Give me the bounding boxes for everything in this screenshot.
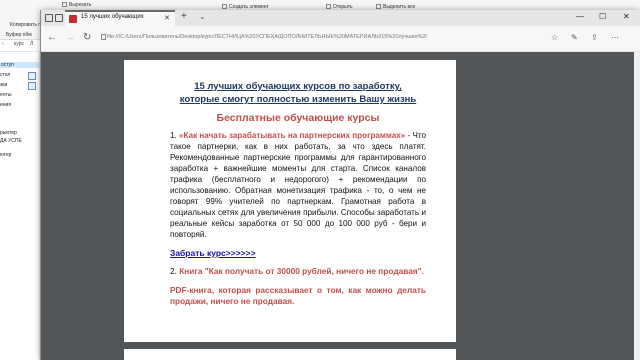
pdf-page: 15 лучших обучающих курсов по заработку,…: [124, 60, 456, 342]
item-title: Книга "Как получать от 30000 рублей, нич…: [179, 266, 424, 276]
file-icon[interactable]: [28, 72, 36, 80]
nav-item-desktop[interactable]: стол: [0, 72, 10, 78]
tab-bar: 15 лучших обучающих ✕ + ⌄ — ☐ ✕: [41, 10, 640, 26]
close-window-button[interactable]: ✕: [623, 12, 630, 21]
select-all-icon: [376, 4, 381, 10]
section-heading: Бесплатные обучающие курсы: [216, 112, 380, 124]
back-button[interactable]: ←: [47, 32, 57, 43]
list-item: 2. Книга "Как получать от 30000 рублей, …: [170, 266, 424, 276]
file-icon[interactable]: [28, 82, 36, 90]
cut-button[interactable]: Вырезать: [62, 2, 91, 8]
pdf-page: [124, 349, 456, 360]
minimize-button[interactable]: —: [576, 12, 584, 21]
address-toolbar: ← → ↻ file:///C:/Users/Пользователь/Desk…: [41, 26, 640, 52]
maximize-button[interactable]: ☐: [599, 12, 606, 21]
set-aside-tabs-icon[interactable]: [55, 14, 63, 22]
pdf-viewer[interactable]: 15 лучших обучающих курсов по заработку,…: [41, 52, 640, 360]
get-course-link[interactable]: Забрать курс>>>>>>: [170, 248, 426, 258]
tab-actions-icon[interactable]: [45, 14, 53, 22]
forward-button[interactable]: →: [65, 32, 75, 43]
file-icon: [101, 34, 106, 40]
tab-title: 15 лучших обучающих: [81, 14, 144, 20]
nav-item-documents[interactable]: енты: [0, 92, 11, 98]
new-item-icon: [222, 4, 227, 10]
url-field[interactable]: file:///C:/Users/Пользователь/Desktop/ку…: [107, 32, 427, 44]
scissors-icon: [62, 2, 67, 8]
nav-item-folder[interactable]: ДА УСПЕ: [0, 138, 22, 144]
close-tab-icon[interactable]: ✕: [164, 14, 170, 22]
clipboard-group-label: Буфер обм: [6, 32, 32, 38]
share-icon[interactable]: ⇪: [591, 33, 598, 42]
pdf-icon: [69, 15, 77, 23]
nav-item-network[interactable]: ютер: [0, 152, 11, 158]
back-arrow-icon[interactable]: ‹: [2, 41, 4, 47]
nav-item-quick-access[interactable]: оступ: [0, 62, 40, 68]
nav-item-downloads[interactable]: зки: [0, 82, 7, 88]
scrollbar[interactable]: [634, 52, 640, 360]
refresh-button[interactable]: ↻: [83, 32, 91, 43]
browser-window: 15 лучших обучающих ✕ + ⌄ — ☐ ✕ ← → ↻ fi…: [40, 10, 640, 360]
item-title: «Как начать зарабатывать на партнерских …: [179, 131, 406, 140]
nav-item-computer[interactable]: рьютер: [0, 130, 17, 136]
explorer-navigation-pane: оступ стол зки енты ения рьютер ДА УСПЕ …: [0, 52, 40, 360]
notes-pen-icon[interactable]: ✎: [571, 33, 578, 42]
item-description: - Что такое партнерки, как в них работат…: [170, 131, 427, 239]
nav-item-pictures[interactable]: ения: [0, 102, 11, 108]
new-tab-button[interactable]: +: [181, 11, 187, 22]
tab-pdf-document[interactable]: 15 лучших обучающих ✕: [65, 10, 175, 26]
tab-preview-chevron-icon[interactable]: ⌄: [199, 12, 206, 21]
more-options-icon[interactable]: ⋯: [611, 33, 619, 42]
open-icon: [326, 4, 331, 10]
document-content: 15 лучших обучающих курсов по заработку,…: [170, 80, 426, 307]
list-item: 1. «Как начать зарабатывать на партнерск…: [170, 131, 427, 239]
favorite-star-icon[interactable]: ☆: [551, 33, 558, 42]
item-description: PDF-книга, которая рассказывает о том, к…: [170, 285, 426, 306]
address-crumb[interactable]: Л: [30, 41, 33, 47]
screen: Вырезать Копировать путь Создать элемент…: [0, 0, 640, 360]
address-crumb[interactable]: курс: [14, 41, 24, 47]
document-title: 15 лучших обучающих курсов по заработку,…: [179, 81, 417, 105]
